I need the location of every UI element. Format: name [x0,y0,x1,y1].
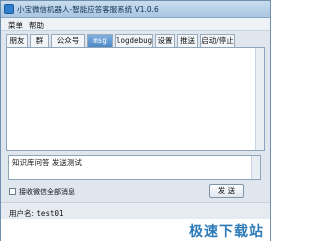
tab-settings[interactable]: 设置 [155,34,175,47]
status-bar: 用户名: test01 [1,202,270,219]
watermark: 极速下载站 [1,219,270,241]
tab-strip: 朋友 群 公众号 msg logdebug 设置 推送 启动/停止 [6,34,266,47]
compose-text: 知识库问答 发送测试 [12,158,82,167]
tab-groups[interactable]: 群 [30,34,49,47]
tab-msg[interactable]: msg [87,34,113,47]
receive-all-checkbox[interactable] [9,188,16,195]
menu-item-help[interactable]: 帮助 [29,20,44,31]
app-window: 小宝微信机器人-智能应答客服系统 V1.0.6 菜单 帮助 朋友 群 公众号 m… [0,0,271,241]
menu-item-menu[interactable]: 菜单 [8,20,23,31]
receive-all-option[interactable]: 接收微信全部消息 [9,187,159,197]
receive-all-label: 接收微信全部消息 [19,188,75,196]
tab-start-stop[interactable]: 启动/停止 [200,34,235,47]
app-icon [4,4,14,14]
status-user-value: test01 [36,209,64,218]
tab-official-accounts[interactable]: 公众号 [51,34,85,47]
title-bar[interactable]: 小宝微信机器人-智能应答客服系统 V1.0.6 [1,1,270,18]
message-log-panel[interactable] [6,47,265,151]
send-button[interactable]: 发 送 [209,184,244,198]
message-log-scrollbar[interactable] [255,48,264,150]
tab-logdebug[interactable]: logdebug [115,34,153,47]
menu-bar: 菜单 帮助 [1,18,270,31]
compose-input[interactable]: 知识库问答 发送测试 [8,155,261,180]
tab-push[interactable]: 推送 [177,34,198,47]
compose-scrollbar[interactable] [251,156,260,179]
status-user: 用户名: test01 [9,208,64,219]
status-user-label: 用户名: [9,209,35,218]
tab-friends[interactable]: 朋友 [6,34,28,47]
watermark-text: 极速下载站 [189,224,264,240]
window-title: 小宝微信机器人-智能应答客服系统 V1.0.6 [17,5,159,14]
